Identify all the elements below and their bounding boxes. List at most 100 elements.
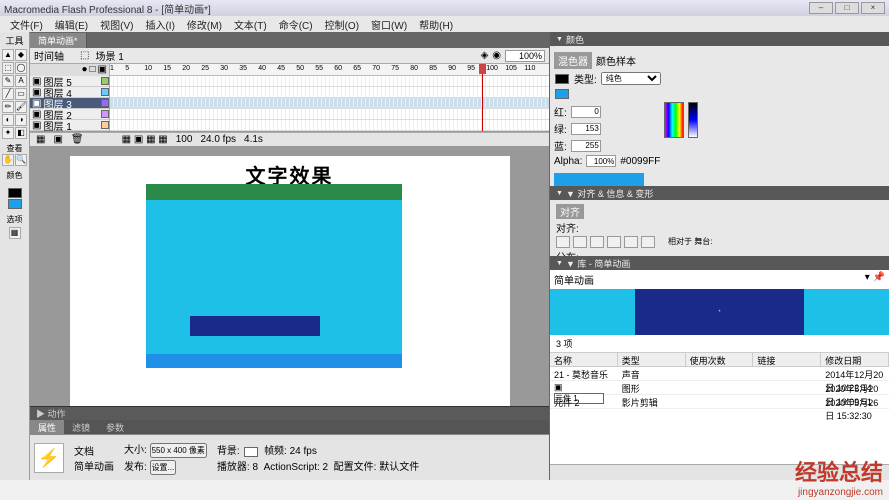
hue-slider[interactable] xyxy=(688,102,698,138)
swatch-tab[interactable]: 颜色样本 xyxy=(596,53,636,68)
tab-properties[interactable]: 属性 xyxy=(30,420,64,434)
actions-panel-header[interactable]: ▶ 动作 xyxy=(30,406,549,420)
toolbox: 工具 ▲ ◆ ⬚ ◯ ✎ A ╱ ▭ ✏ 🖌 ◐ ◑ ✦ ◧ 查看 ✋ 🔍 颜色… xyxy=(0,32,30,480)
stage-cyan-shape[interactable] xyxy=(146,200,402,360)
tab-filters[interactable]: 滤镜 xyxy=(64,420,98,434)
fill-swatch[interactable] xyxy=(8,199,22,209)
menu-text[interactable]: 文本(T) xyxy=(228,16,273,32)
menu-window[interactable]: 窗口(W) xyxy=(365,16,413,32)
timeline-toggle[interactable]: 时间轴 xyxy=(34,48,64,63)
menu-file[interactable]: 文件(F) xyxy=(4,16,49,32)
option-tool[interactable]: ▦ xyxy=(9,227,21,239)
stroke-color[interactable] xyxy=(555,74,569,84)
size-button[interactable]: 550 x 400 像素 xyxy=(150,443,207,458)
align-right[interactable] xyxy=(590,236,604,248)
library-doc-select[interactable]: 简单动画 xyxy=(554,272,865,287)
menu-insert[interactable]: 插入(I) xyxy=(139,16,180,32)
edit-symbol-icon[interactable]: ◉ xyxy=(492,50,501,61)
rect-tool[interactable]: ▭ xyxy=(15,88,27,100)
mixer-tab[interactable]: 混色器 xyxy=(554,52,592,69)
timeline-frames[interactable]: 1510152025303540455055606570758085909510… xyxy=(110,64,549,131)
stage-navy-shape[interactable] xyxy=(190,316,320,336)
hex-value: #0099FF xyxy=(620,156,660,167)
new-folder-icon[interactable]: ▣ xyxy=(53,134,62,145)
align-panel-header[interactable]: ▼ 对齐 & 信息 & 变形 xyxy=(550,186,889,200)
stage[interactable]: 文字效果 xyxy=(70,156,510,406)
menu-view[interactable]: 视图(V) xyxy=(94,16,139,32)
align-top[interactable] xyxy=(607,236,621,248)
current-frame: 100 xyxy=(176,134,193,145)
align-center-v[interactable] xyxy=(624,236,638,248)
library-count: 3 项 xyxy=(550,335,889,353)
time-display: 4.1s xyxy=(244,134,263,145)
pen-tool[interactable]: ✎ xyxy=(2,75,14,87)
col-link[interactable]: 链接 xyxy=(753,353,821,366)
lasso-tool[interactable]: ◯ xyxy=(15,62,27,74)
document-tab[interactable]: 简单动画* xyxy=(30,33,87,48)
eyedropper-tool[interactable]: ✦ xyxy=(2,127,14,139)
layer-row[interactable]: ▣图层 1 xyxy=(30,120,109,131)
playhead[interactable] xyxy=(482,64,483,131)
new-layer-icon[interactable]: ▦ xyxy=(36,134,45,145)
bucket-tool[interactable]: ◑ xyxy=(15,114,27,126)
pencil-tool[interactable]: ✏ xyxy=(2,101,14,113)
menu-edit[interactable]: 编辑(E) xyxy=(49,16,94,32)
delete-layer-icon[interactable]: 🗑 xyxy=(71,134,84,145)
brush-tool[interactable]: 🖌 xyxy=(15,101,27,113)
fps-display: 24.0 fps xyxy=(200,134,236,145)
publish-settings-button[interactable]: 设置... xyxy=(150,460,177,475)
fill-type-select[interactable]: 纯色 xyxy=(601,72,661,85)
library-panel-header[interactable]: ▼ 库 - 简单动画 xyxy=(550,256,889,270)
library-row[interactable]: 21 - 莫愁音乐声音2014年12月20日 10:22:14 xyxy=(550,367,889,381)
library-row[interactable]: 元件 2影片剪辑2020年5月26日 15:32:30 xyxy=(550,395,889,409)
maximize-button[interactable]: □ xyxy=(835,2,859,14)
green-input[interactable] xyxy=(571,123,601,135)
bg-swatch[interactable] xyxy=(244,447,258,457)
blue-input[interactable] xyxy=(571,140,601,152)
col-type[interactable]: 类型 xyxy=(618,353,686,366)
align-bottom[interactable] xyxy=(641,236,655,248)
doc-name: 简单动画 xyxy=(74,458,114,473)
pin-icon[interactable]: ▾ 📌 xyxy=(865,272,885,287)
fps-value[interactable]: 24 xyxy=(290,446,301,457)
current-color-swatch xyxy=(554,173,644,187)
subselection-tool[interactable]: ◆ xyxy=(15,49,27,61)
alpha-input[interactable] xyxy=(586,155,616,167)
hand-tool[interactable]: ✋ xyxy=(2,154,14,166)
menu-modify[interactable]: 修改(M) xyxy=(181,16,228,32)
document-icon: ⚡ xyxy=(34,443,64,473)
col-use[interactable]: 使用次数 xyxy=(686,353,754,366)
align-left[interactable] xyxy=(556,236,570,248)
color-picker[interactable] xyxy=(664,102,684,138)
ink-tool[interactable]: ◐ xyxy=(2,114,14,126)
stroke-swatch[interactable] xyxy=(8,188,22,198)
selection-tool[interactable]: ▲ xyxy=(2,49,14,61)
free-transform-tool[interactable]: ⬚ xyxy=(2,62,14,74)
eraser-tool[interactable]: ◧ xyxy=(15,127,27,139)
col-name[interactable]: 名称 xyxy=(550,353,618,366)
zoom-tool[interactable]: 🔍 xyxy=(15,154,27,166)
library-row[interactable]: ▣ 图形2020年5月20日 19:09:51 xyxy=(550,381,889,395)
menu-control[interactable]: 控制(O) xyxy=(319,16,365,32)
scene-label[interactable]: 场景 1 xyxy=(95,48,123,63)
close-button[interactable]: × xyxy=(861,2,885,14)
line-tool[interactable]: ╱ xyxy=(2,88,14,100)
col-date[interactable]: 修改日期 xyxy=(821,353,889,366)
red-input[interactable] xyxy=(571,106,601,118)
menu-command[interactable]: 命令(C) xyxy=(273,16,319,32)
zoom-input[interactable] xyxy=(505,50,545,62)
menu-help[interactable]: 帮助(H) xyxy=(413,16,459,32)
text-tool[interactable]: A xyxy=(15,75,27,87)
stage-green-shape[interactable] xyxy=(146,184,402,200)
minimize-button[interactable]: – xyxy=(809,2,833,14)
align-center-h[interactable] xyxy=(573,236,587,248)
fill-color[interactable] xyxy=(555,89,569,99)
color-panel-header[interactable]: 颜色 xyxy=(550,32,889,46)
stage-blue-shape[interactable] xyxy=(146,354,402,368)
align-tab[interactable]: 对齐 xyxy=(556,204,584,219)
library-preview: • xyxy=(550,289,889,335)
app-title: Macromedia Flash Professional 8 - [简单动画*… xyxy=(4,1,211,16)
edit-scene-icon[interactable]: ◈ xyxy=(481,50,489,61)
doc-type-label: 文档 xyxy=(74,443,114,458)
tab-params[interactable]: 参数 xyxy=(98,420,132,434)
